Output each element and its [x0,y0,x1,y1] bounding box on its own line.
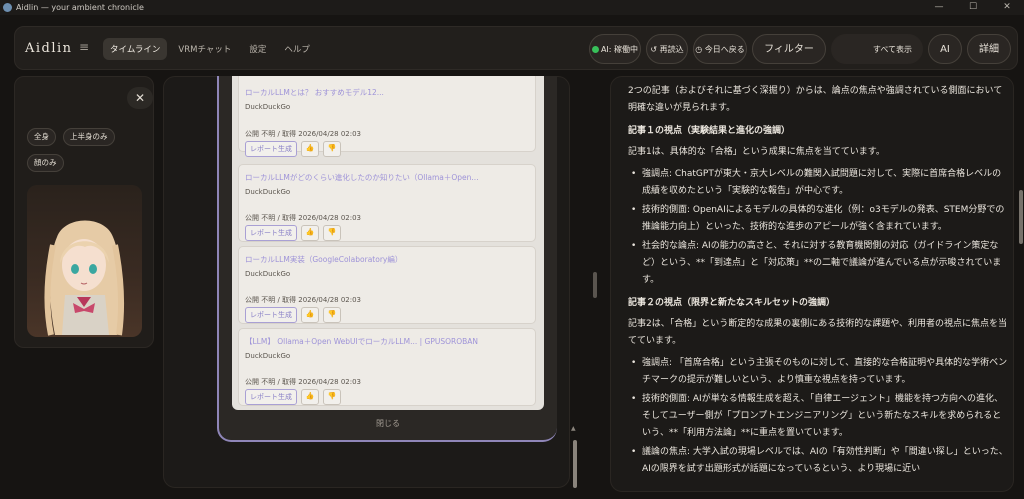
window-titlebar: Aidlin — your ambient chronicle — ☐ ✕ [0,0,1024,15]
ai-button[interactable]: AI [928,34,962,64]
list-item: 社会的な論点: AIの能力の高さと、それに対する教育機関側の対応（ガイドライン策… [628,238,1010,289]
result-source: DuckDuckGo [245,352,291,360]
tab-settings[interactable]: 設定 [242,38,273,60]
result-source: DuckDuckGo [245,270,291,278]
result-card[interactable]: ローカルLLM実装（GoogleColaboratory編） DuckDuckG… [238,246,536,324]
report-button[interactable]: レポート生成 [245,389,297,405]
result-meta: 公開 不明 / 取得 2026/04/28 02:03 [245,214,362,222]
feed-scrollbar[interactable] [573,440,577,488]
article-heading-2: 記事２の視点（限界と新たなスキルセットの強調） [628,298,836,308]
article-list-1: 強調点: ChatGPTが東大・京大レベルの難関入試問題に対して、実際に首席合格… [628,166,1010,289]
avatar-panel: ✕ 全身 上半身のみ 顔のみ [14,76,154,348]
list-item: 技術的側面: AIが単なる情報生成を超え、「自律エージェント」機能を持つ方向への… [628,391,1010,442]
article-panel: 2つの記事（およびそれに基づく深掘り）からは、論点の焦点や強調されている側面にお… [610,76,1014,492]
minimize-icon[interactable]: — [922,0,956,15]
view-upperbody-chip[interactable]: 上半身のみ [63,128,115,146]
result-card[interactable]: 【LLM】 Ollama＋Open WebUIでローカルLLM... | GPU… [238,328,536,406]
view-face-chip[interactable]: 顔のみ [27,154,64,172]
status-dot-icon [591,45,599,53]
vrm-avatar[interactable] [27,185,142,337]
window-title: Aidlin — your ambient chronicle [16,3,144,12]
article-scrollbar[interactable] [1019,190,1023,244]
app-header: Aidlin ≡ タイムライン VRMチャット 設定 ヘルプ AI: 稼働中 ↺… [14,26,1018,70]
article-content: 2つの記事（およびそれに基づく深掘り）からは、論点の焦点や強調されている側面にお… [628,83,1010,482]
result-title-link[interactable]: ローカルLLMとは？ おすすめモデル12... [245,87,525,98]
thumbs-up-icon[interactable]: 👍 [301,141,319,157]
result-meta: 公開 不明 / 取得 2026/04/28 02:03 [245,130,362,138]
result-source: DuckDuckGo [245,188,291,196]
list-item: 技術的側面: OpenAIによるモデルの具体的な進化（例：o3モデルの発表、ST… [628,202,1010,236]
result-card[interactable]: ローカルLLMがどのくらい進化したのか知りたい（Ollama＋Open... D… [238,164,536,242]
scroll-up-icon[interactable]: ▲ [571,425,576,432]
splitter-handle[interactable] [593,272,597,298]
list-item: 強調点: ChatGPTが東大・京大レベルの難関入試問題に対して、実際に首席合格… [628,166,1010,200]
report-button[interactable]: レポート生成 [245,141,297,157]
result-meta: 公開 不明 / 取得 2026/04/28 02:03 [245,296,362,304]
detail-button[interactable]: 詳細 [967,34,1011,64]
close-icon[interactable]: ✕ [127,87,153,109]
result-source: DuckDuckGo [245,103,291,111]
thumbs-down-icon[interactable]: 👎 [323,225,341,241]
article-list-2: 強調点: 「首席合格」という主張そのものに対して、直接的な合格証明や具体的な学術… [628,355,1010,478]
result-card[interactable]: ローカルLLMとは？ おすすめモデル12... DuckDuckGo 公開 不明… [238,76,536,157]
thumbs-down-icon[interactable]: 👎 [323,141,341,157]
thumbs-down-icon[interactable]: 👎 [323,389,341,405]
close-feed-button[interactable]: 閉じる [376,418,400,429]
thumbs-up-icon[interactable]: 👍 [301,225,319,241]
maximize-icon[interactable]: ☐ [956,0,990,15]
report-button[interactable]: レポート生成 [245,225,297,241]
thumbs-down-icon[interactable]: 👎 [323,307,341,323]
today-button[interactable]: ◷ 今日へ戻る [693,34,747,64]
result-title-link[interactable]: ローカルLLMがどのくらい進化したのか知りたい（Ollama＋Open... [245,172,525,183]
menu-icon[interactable]: ≡ [79,40,89,54]
main-nav: タイムライン VRMチャット 設定 ヘルプ [103,38,317,60]
list-item: 強調点: 「首席合格」という主張そのものに対して、直接的な合格証明や具体的な学術… [628,355,1010,389]
avatar-illustration [44,220,125,336]
view-fullbody-chip[interactable]: 全身 [27,128,56,146]
article-intro: 2つの記事（およびそれに基づく深掘り）からは、論点の焦点や強調されている側面にお… [628,86,1003,113]
brand-logo: Aidlin [25,41,73,56]
ai-status-button[interactable]: AI: 稼働中 [589,34,641,64]
article-paragraph-1: 記事1は、具体的な「合格」という成果に焦点を当てています。 [628,147,885,157]
tab-help[interactable]: ヘルプ [277,38,317,60]
filter-select[interactable]: すべて表示 [831,34,923,64]
filter-button[interactable]: フィルター [752,34,826,64]
article-heading-1: 記事１の視点（実験結果と進化の強調） [628,126,791,136]
list-item: 議論の焦点: 大学入試の現場レベルでは、AIの「有効性判断」や「間違い探し」とい… [628,444,1010,478]
thumbs-up-icon[interactable]: 👍 [301,389,319,405]
thumbs-up-icon[interactable]: 👍 [301,307,319,323]
article-paragraph-2: 記事2は、「合格」という断定的な成果の裏側にある技術的な課題や、利用者の視点に焦… [628,319,1007,346]
reload-button[interactable]: ↺ 再読込 [646,34,688,64]
tab-vrm-chat[interactable]: VRMチャット [171,38,238,60]
clock-icon: ◷ [695,44,705,54]
search-results-feed[interactable]: ローカルLLMとは？ おすすめモデル12... DuckDuckGo 公開 不明… [232,76,544,410]
result-title-link[interactable]: ローカルLLM実装（GoogleColaboratory編） [245,254,525,265]
tab-timeline[interactable]: タイムライン [103,38,168,60]
result-meta: 公開 不明 / 取得 2026/04/28 02:03 [245,378,362,386]
app-icon [3,3,12,12]
result-title-link[interactable]: 【LLM】 Ollama＋Open WebUIでローカルLLM... | GPU… [245,336,525,347]
report-button[interactable]: レポート生成 [245,307,297,323]
close-window-icon[interactable]: ✕ [990,0,1024,15]
